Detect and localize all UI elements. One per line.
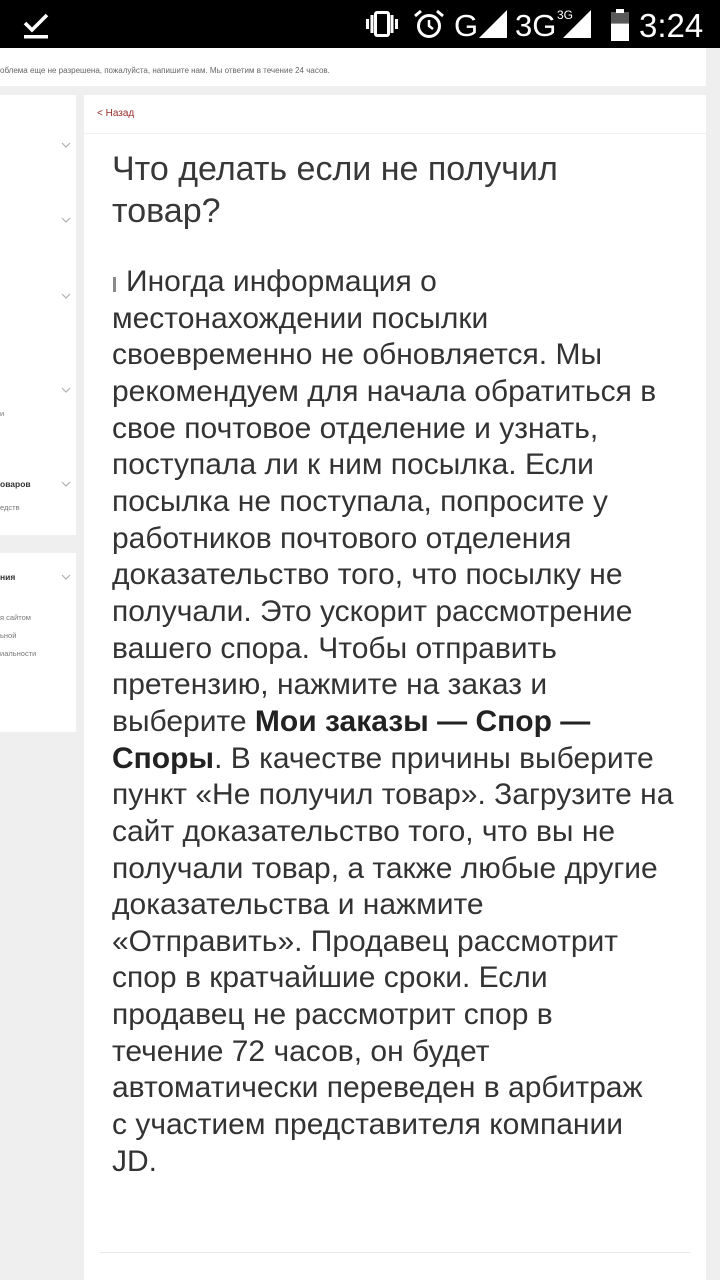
article-body-line: претензию, нажмите на заказ и bbox=[112, 667, 673, 704]
alarm-icon bbox=[414, 9, 444, 38]
article-body-line: доказательства и нажмите bbox=[112, 887, 673, 924]
chevron-down-icon bbox=[61, 217, 71, 223]
download-done-icon bbox=[23, 13, 49, 39]
article-text: пункт «Не получил товар». Загрузите на bbox=[112, 778, 674, 812]
article-body-line: вашего спора. Чтобы отправить bbox=[112, 631, 673, 668]
article-text: с участием представителя компании bbox=[112, 1108, 623, 1142]
sidebar-group-header[interactable] bbox=[0, 285, 76, 307]
article-text: Иногда информация о bbox=[126, 265, 437, 298]
article-text: местонахождении посылки bbox=[112, 301, 489, 335]
notice-text: облема еще не разрешена, пожалуйста, нап… bbox=[0, 66, 330, 75]
article-body-line: выберите Мои заказы — Спор — bbox=[112, 704, 673, 741]
sidebar-group-title: ния bbox=[0, 572, 16, 582]
article-text: доказательства и нажмите bbox=[112, 888, 484, 922]
article-emphasis-text: Мои заказы — Спор — bbox=[254, 704, 591, 738]
article-text: вашего спора. Чтобы отправить bbox=[112, 631, 557, 665]
article-text: получали. Это ускорит рассмотрение bbox=[112, 594, 633, 628]
notice-bar: облема еще не разрешена, пожалуйста, нап… bbox=[0, 48, 706, 86]
chevron-down-icon bbox=[61, 574, 71, 580]
article-text: своевременно не обновляется. Мы bbox=[112, 338, 603, 372]
article-text: получали товар, а также любые другие bbox=[112, 851, 658, 885]
article-body-line: JD. bbox=[112, 1144, 673, 1181]
status-bar: G 3G 3G 3:24 bbox=[0, 0, 720, 48]
article-text: доказательство того, что посылку не bbox=[112, 558, 623, 592]
sidebar-group-description: и bbox=[0, 409, 5, 418]
network-type-label-secondary: 3G bbox=[515, 8, 557, 43]
article-body: Иногда информация о местонахождении посыл… bbox=[112, 264, 673, 1180]
article-text: посылка не поступала, попросите у bbox=[112, 484, 608, 518]
chevron-down-icon bbox=[61, 481, 71, 487]
back-link[interactable]: < Назад bbox=[97, 108, 134, 120]
article-text: выберите bbox=[112, 704, 255, 738]
article-body-line: спор в кратчайшие сроки. Если bbox=[112, 960, 673, 997]
chevron-down-icon bbox=[61, 387, 71, 393]
main-panel: < Назад Что делать если не получил товар… bbox=[84, 95, 706, 1280]
article-body-line: свое почтовое отделение и узнать, bbox=[112, 411, 673, 448]
article-text: претензию, нажмите на заказ и bbox=[112, 668, 548, 702]
article-body-line: поступала ли к ним посылка. Если bbox=[112, 447, 673, 484]
article-body-line: Споры. В качестве причины выберите bbox=[112, 741, 673, 778]
article-body-line: местонахождении посылки bbox=[112, 301, 673, 338]
sidebar-link[interactable]: иальности bbox=[0, 649, 36, 658]
article-body-line: «Отправить». Продавец рассмотрит bbox=[112, 924, 673, 961]
article-body-line: пункт «Не получил товар». Загрузите на bbox=[112, 777, 673, 814]
article-text: автоматически переведен в арбитраж bbox=[112, 1071, 643, 1105]
sidebar-group-header[interactable]: ния bbox=[0, 566, 76, 588]
article-text: продавец не рассмотрит спор в bbox=[112, 998, 553, 1032]
article-body-line: получали. Это ускорит рассмотрение bbox=[112, 594, 673, 631]
signal-icon bbox=[479, 10, 507, 38]
sidebar-group-description: едств bbox=[0, 503, 20, 512]
article-body-line: посылка не поступала, попросите у bbox=[112, 484, 673, 521]
article-body-line: течение 72 часов, он будет bbox=[112, 1034, 673, 1071]
article-body-line: получали товар, а также любые другие bbox=[112, 851, 673, 888]
article-text: рекомендуем для начала обратиться в bbox=[112, 374, 657, 408]
article-body-line: Иногда информация о bbox=[112, 264, 673, 301]
article-body-line: рекомендуем для начала обратиться в bbox=[112, 374, 673, 411]
divider bbox=[100, 1252, 690, 1253]
sidebar-group-title: оваров bbox=[0, 479, 31, 489]
article-body-line: доказательство того, что посылку не bbox=[112, 557, 673, 594]
vibrate-icon bbox=[366, 11, 398, 37]
clock-time: 3:24 bbox=[639, 7, 704, 44]
article-emphasis-text: Споры bbox=[112, 741, 215, 775]
sidebar-panel: и оваров едств bbox=[0, 95, 76, 535]
chevron-down-icon bbox=[61, 293, 71, 299]
sidebar-link[interactable]: ьной bbox=[0, 631, 16, 640]
article-text: «Отправить». Продавец рассмотрит bbox=[112, 924, 619, 958]
article-text: поступала ли к ним посылка. Если bbox=[112, 448, 594, 482]
sidebar-group-header[interactable]: оваров bbox=[0, 473, 76, 495]
article-text: JD. bbox=[112, 1144, 157, 1178]
article-body-line: своевременно не обновляется. Мы bbox=[112, 337, 673, 374]
sidebar-link[interactable]: я сайтом bbox=[0, 613, 31, 622]
signal-icon bbox=[563, 10, 591, 38]
article-body-line: сайт доказательство того, что вы не bbox=[112, 814, 673, 851]
article-text: сайт доказательство того, что вы не bbox=[112, 814, 616, 848]
article-body-line: работников почтового отделения bbox=[112, 521, 673, 558]
divider bbox=[84, 133, 706, 134]
article-body-line: продавец не рассмотрит спор в bbox=[112, 997, 673, 1034]
sidebar-group-header[interactable] bbox=[0, 209, 76, 231]
article-text: работников почтового отделения bbox=[112, 521, 572, 555]
article-text: свое почтовое отделение и узнать, bbox=[112, 411, 599, 445]
sidebar-group-header[interactable] bbox=[0, 379, 76, 401]
article-body-line: автоматически переведен в арбитраж bbox=[112, 1070, 673, 1107]
article-text: течение 72 часов, он будет bbox=[112, 1034, 490, 1068]
sidebar-panel: ния я сайтом ьной иальности bbox=[0, 553, 76, 732]
article-text: спор в кратчайшие сроки. Если bbox=[112, 961, 548, 995]
article-text: . В качестве причины выберите bbox=[214, 741, 654, 775]
article-title: Что делать если не получил товар? bbox=[112, 150, 558, 230]
chevron-down-icon bbox=[61, 142, 71, 148]
sidebar-group-header[interactable] bbox=[0, 134, 76, 156]
article-body-line: с участием представителя компании bbox=[112, 1107, 673, 1144]
battery-icon bbox=[611, 9, 629, 41]
network-type-label: G bbox=[454, 8, 479, 43]
